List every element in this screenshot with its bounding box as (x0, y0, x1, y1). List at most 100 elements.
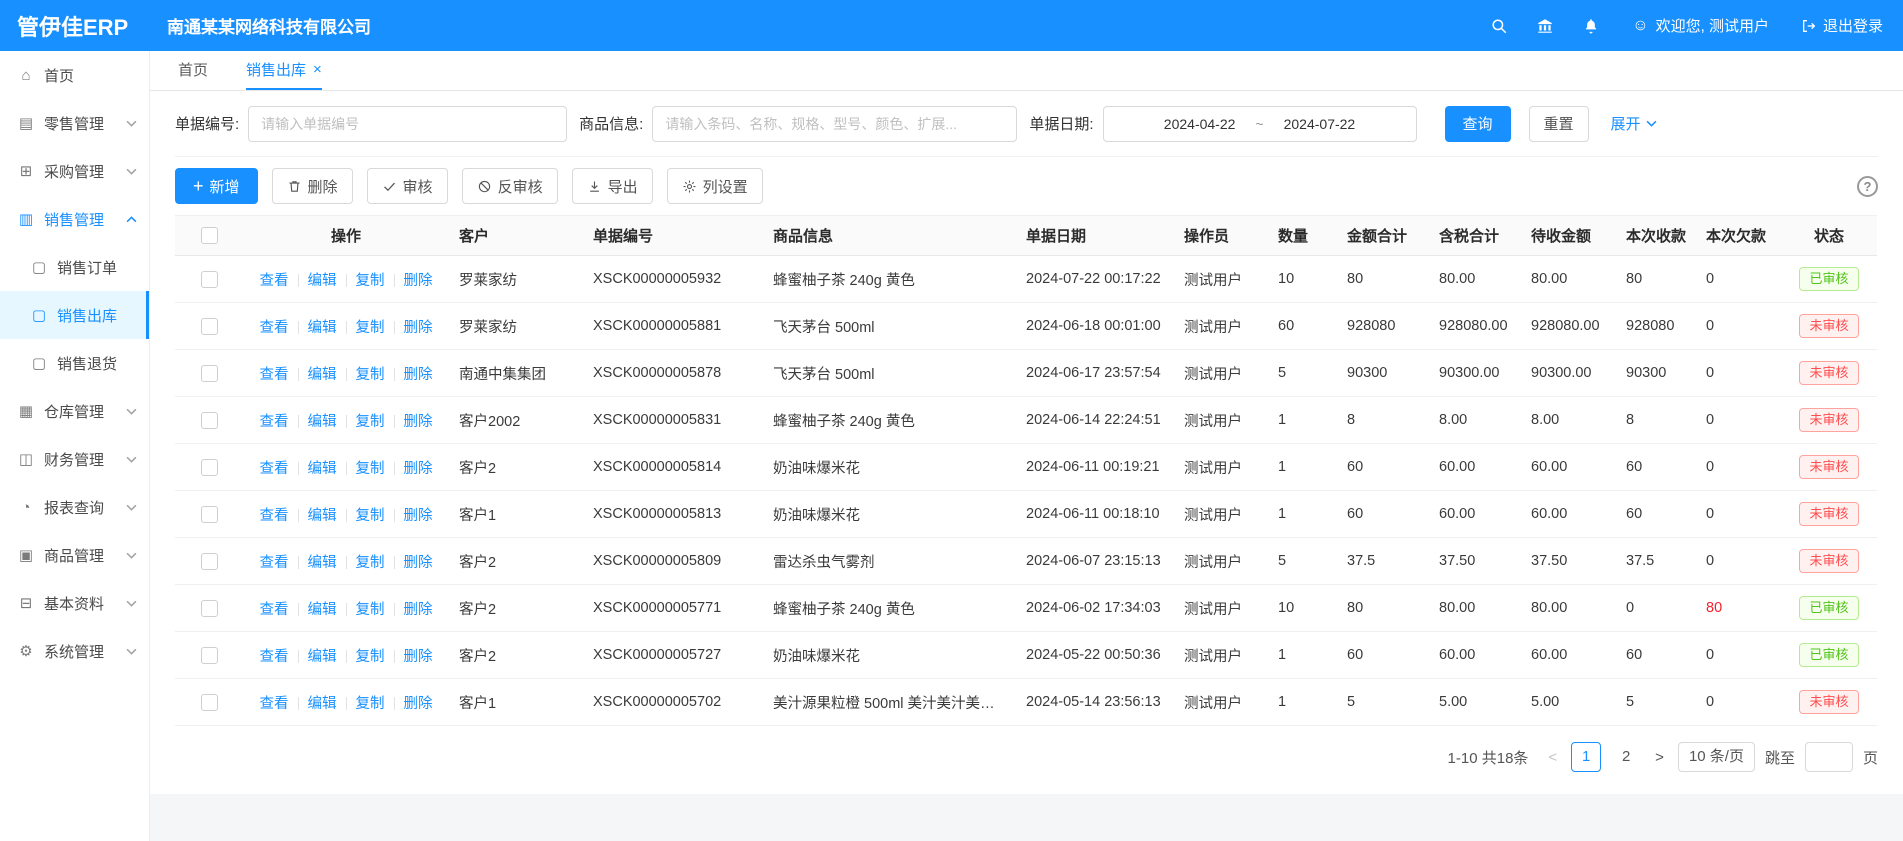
row-action-copy[interactable]: 复制 (356, 414, 385, 430)
row-checkbox[interactable] (201, 553, 218, 570)
page-size-select[interactable]: 10 条/页 (1678, 742, 1755, 772)
row-checkbox[interactable] (201, 271, 218, 288)
row-checkbox[interactable] (201, 318, 218, 335)
row-action-copy[interactable]: 复制 (356, 555, 385, 571)
jump-page-input[interactable] (1805, 742, 1853, 772)
row-action-delete[interactable]: 删除 (404, 602, 433, 618)
row-action-edit[interactable]: 编辑 (308, 696, 337, 712)
row-checkbox[interactable] (201, 365, 218, 382)
row-checkbox[interactable] (201, 647, 218, 664)
home-building-icon[interactable] (1536, 17, 1554, 35)
row-action-delete[interactable]: 删除 (404, 461, 433, 477)
row-action-edit[interactable]: 编辑 (308, 508, 337, 524)
row-action-copy[interactable]: 复制 (356, 508, 385, 524)
doc-no-input[interactable] (248, 106, 567, 142)
sidebar-item-warehouse[interactable]: ▦仓库管理 (0, 387, 149, 435)
row-action-copy[interactable]: 复制 (356, 273, 385, 289)
row-action-view[interactable]: 查看 (260, 461, 289, 477)
chevron-up-icon (126, 216, 137, 223)
row-action-edit[interactable]: 编辑 (308, 649, 337, 665)
row-checkbox[interactable] (201, 506, 218, 523)
user-menu[interactable]: ☺ 欢迎您, 测试用户 (1632, 15, 1769, 36)
unaudit-button[interactable]: 反审核 (462, 168, 558, 204)
row-checkbox[interactable] (201, 694, 218, 711)
table-row: 查看编辑复制删除客户2XSCK00000005771蜂蜜柚子茶 240g 黄色2… (175, 585, 1877, 632)
logout-button[interactable]: 退出登录 (1801, 15, 1883, 36)
page-button-1[interactable]: 1 (1571, 742, 1601, 772)
row-action-copy[interactable]: 复制 (356, 461, 385, 477)
sidebar-item-sales[interactable]: ▥销售管理 (0, 195, 149, 243)
row-action-edit[interactable]: 编辑 (308, 367, 337, 383)
select-all-checkbox[interactable] (201, 227, 218, 244)
row-action-delete[interactable]: 删除 (404, 367, 433, 383)
row-action-copy[interactable]: 复制 (356, 367, 385, 383)
row-checkbox[interactable] (201, 600, 218, 617)
reset-button[interactable]: 重置 (1529, 106, 1589, 142)
row-action-view[interactable]: 查看 (260, 555, 289, 571)
sidebar-item-sales-return[interactable]: ▢销售退货 (0, 339, 149, 387)
row-action-view[interactable]: 查看 (260, 273, 289, 289)
row-action-copy[interactable]: 复制 (356, 696, 385, 712)
search-button[interactable]: 查询 (1445, 106, 1511, 142)
close-tab-icon[interactable]: × (313, 61, 322, 78)
delete-button[interactable]: 删除 (272, 168, 353, 204)
date-range-picker[interactable]: 2024-04-22 ~ 2024-07-22 (1103, 106, 1417, 142)
sidebar-item-sales-outbound[interactable]: ▢销售出库 (0, 291, 149, 339)
row-action-delete[interactable]: 删除 (404, 320, 433, 336)
row-action-view[interactable]: 查看 (260, 696, 289, 712)
row-action-edit[interactable]: 编辑 (308, 461, 337, 477)
sidebar-item-finance[interactable]: ◫财务管理 (0, 435, 149, 483)
row-action-delete[interactable]: 删除 (404, 555, 433, 571)
cell-date: 2024-05-14 23:56:13 (1016, 679, 1174, 726)
product-info-input[interactable] (652, 106, 1017, 142)
row-action-view[interactable]: 查看 (260, 508, 289, 524)
row-action-view[interactable]: 查看 (260, 649, 289, 665)
row-action-edit[interactable]: 编辑 (308, 602, 337, 618)
row-action-view[interactable]: 查看 (260, 320, 289, 336)
sidebar-item-sales-order[interactable]: ▢销售订单 (0, 243, 149, 291)
row-action-view[interactable]: 查看 (260, 414, 289, 430)
row-action-delete[interactable]: 删除 (404, 273, 433, 289)
row-action-view[interactable]: 查看 (260, 602, 289, 618)
date-to-value: 2024-07-22 (1284, 116, 1356, 132)
add-button[interactable]: + 新增 (175, 168, 258, 204)
prev-page-button[interactable]: < (1544, 749, 1561, 766)
cell-product: 飞天茅台 500ml (763, 303, 1016, 350)
search-icon[interactable] (1490, 17, 1508, 35)
row-action-delete[interactable]: 删除 (404, 508, 433, 524)
sidebar-item-product[interactable]: ▣商品管理 (0, 531, 149, 579)
row-action-edit[interactable]: 编辑 (308, 555, 337, 571)
help-icon[interactable]: ? (1857, 176, 1878, 197)
sidebar-item-purchase[interactable]: ⊞采购管理 (0, 147, 149, 195)
sidebar-item-report[interactable]: ◔报表查询 (0, 483, 149, 531)
audit-button[interactable]: 审核 (367, 168, 448, 204)
tab-home[interactable]: 首页 (178, 51, 208, 90)
action-divider (346, 368, 347, 381)
bell-icon[interactable] (1582, 17, 1600, 35)
row-action-delete[interactable]: 删除 (404, 414, 433, 430)
column-settings-button[interactable]: 列设置 (667, 168, 763, 204)
action-divider (298, 650, 299, 663)
jump-suffix: 页 (1863, 747, 1878, 768)
sidebar-item-home[interactable]: ⌂首页 (0, 51, 149, 99)
row-action-edit[interactable]: 编辑 (308, 320, 337, 336)
row-action-edit[interactable]: 编辑 (308, 273, 337, 289)
row-action-delete[interactable]: 删除 (404, 696, 433, 712)
row-action-edit[interactable]: 编辑 (308, 414, 337, 430)
sidebar-item-retail[interactable]: ▤零售管理 (0, 99, 149, 147)
row-action-delete[interactable]: 删除 (404, 649, 433, 665)
page-button-2[interactable]: 2 (1611, 742, 1641, 772)
sidebar-item-system[interactable]: ⚙系统管理 (0, 627, 149, 675)
cell-amount: 60 (1337, 491, 1429, 538)
row-action-copy[interactable]: 复制 (356, 649, 385, 665)
row-action-copy[interactable]: 复制 (356, 602, 385, 618)
row-action-view[interactable]: 查看 (260, 367, 289, 383)
row-checkbox[interactable] (201, 412, 218, 429)
row-checkbox[interactable] (201, 459, 218, 476)
row-action-copy[interactable]: 复制 (356, 320, 385, 336)
export-button[interactable]: 导出 (572, 168, 653, 204)
next-page-button[interactable]: > (1651, 749, 1668, 766)
sidebar-item-basic-data[interactable]: ⊟基本资料 (0, 579, 149, 627)
expand-link[interactable]: 展开 (1611, 113, 1657, 134)
tab-sales-outbound[interactable]: 销售出库 × (246, 51, 322, 90)
